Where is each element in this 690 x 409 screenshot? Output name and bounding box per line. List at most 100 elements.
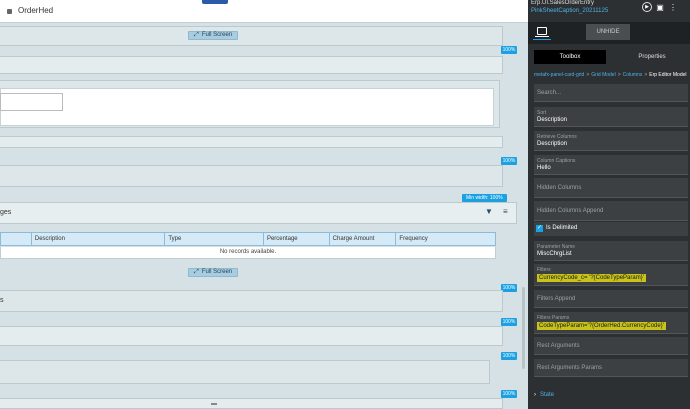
expand-icon: ⤢ — [194, 269, 199, 275]
column-header[interactable]: Frequency — [396, 233, 495, 245]
breadcrumb-separator: > — [644, 72, 648, 78]
grid-tab-label[interactable]: ges — [0, 209, 11, 216]
column-header[interactable]: Charge Amount — [330, 233, 397, 245]
percent-badge[interactable]: 100% — [501, 157, 517, 165]
field-placeholder: Filters Append — [537, 296, 576, 302]
filters-field[interactable]: Filters CurrencyCode_c= '?{CodeTypeParam… — [534, 264, 688, 286]
field-value: Description — [537, 117, 568, 123]
is-delimited-row: ✓ Is Delimited — [534, 222, 688, 236]
expand-icon: ⤢ — [194, 32, 199, 38]
card-input[interactable] — [0, 93, 63, 111]
more-icon[interactable]: ⋮ — [668, 2, 678, 12]
page-icon — [7, 9, 12, 14]
filters-append-field[interactable]: Filters Append — [534, 290, 688, 308]
unhide-button[interactable]: UNHIDE — [586, 24, 630, 40]
breadcrumb-separator: > — [586, 72, 590, 78]
field-value: Description — [537, 141, 568, 147]
hidden-columns-append-field[interactable]: Hidden Columns Append — [534, 201, 688, 221]
filter-icon[interactable]: ▼ — [485, 207, 493, 216]
tab-toolbox[interactable]: Toolbox — [534, 50, 606, 64]
min-width-badge[interactable]: Min width: 100% — [462, 194, 507, 202]
field-label: Parameter Name — [537, 244, 576, 250]
column-header[interactable]: Percentage — [264, 233, 330, 245]
rest-arguments-field[interactable]: Rest Arguments — [534, 337, 688, 355]
canvas-topbar: OrderHed — [0, 0, 528, 23]
breadcrumb: metafx-panel-card-grid > Grid Model > Column… — [534, 72, 687, 78]
percent-badge[interactable]: 100% — [501, 390, 517, 398]
field-value: CodeTypeParam='?{OrderHed.CurrencyCode}' — [537, 322, 666, 330]
field-value: Hello — [537, 165, 551, 171]
app-title: Erp.UI.SalesOrderEntry — [531, 0, 595, 6]
panel-band — [0, 290, 503, 312]
full-screen-button[interactable]: ⤢ Full Screen — [188, 31, 239, 40]
retrieve-columns-field[interactable]: Retrieve Columns Description — [534, 131, 688, 151]
rest-arguments-params-field[interactable]: Rest Arguments Params — [534, 359, 688, 377]
field-placeholder: Rest Arguments Params — [537, 365, 603, 371]
column-header[interactable] — [1, 233, 32, 245]
search-field[interactable]: Search... — [534, 84, 688, 102]
full-screen-label: Full Screen — [201, 32, 233, 38]
percent-badge[interactable]: 100% — [501, 46, 517, 54]
design-canvas: OrderHed ⤢ Full Screen 100% 100% Min widt… — [0, 0, 528, 409]
sort-field[interactable]: Sort Description — [534, 107, 688, 127]
breadcrumb-separator: > — [617, 72, 621, 78]
grid-column-header: Description Type Percentage Charge Amoun… — [0, 232, 496, 246]
breadcrumb-item[interactable]: metafx-panel-card-grid — [534, 72, 584, 78]
percent-badge[interactable]: 100% — [501, 352, 517, 360]
panel-band — [0, 56, 503, 74]
field-label: Sort — [537, 110, 547, 116]
device-toolbar: UNHIDE — [528, 22, 690, 44]
field-label: Filters Params — [537, 315, 570, 321]
field-placeholder: Hidden Columns — [537, 185, 582, 191]
panel-band — [0, 360, 490, 384]
field-placeholder: Rest Arguments — [537, 343, 580, 349]
hidden-columns-field[interactable]: Hidden Columns — [534, 178, 688, 198]
is-delimited-checkbox[interactable]: ✓ — [536, 225, 543, 232]
page-tab-label[interactable]: OrderHed — [18, 6, 53, 15]
device-active-indicator — [533, 39, 551, 40]
column-header[interactable]: Type — [165, 233, 264, 245]
horizontal-scroll-thumb[interactable] — [211, 403, 217, 405]
is-delimited-label: Is Delimited — [546, 225, 578, 231]
vertical-scrollbar[interactable] — [522, 287, 525, 369]
panel-actions: ▶ ▣ ⋮ — [642, 2, 678, 12]
grid-header-bar — [0, 202, 517, 224]
column-captions-field[interactable]: Column Captions Hello — [534, 155, 688, 175]
breadcrumb-current: Erp Editor Model — [649, 72, 687, 78]
field-label: Column Captions — [537, 158, 576, 164]
field-value: CurrencyCode_c= '?{CodeTypeParam}' — [537, 274, 646, 282]
full-screen-label: Full Screen — [201, 269, 233, 275]
field-label: Retrieve Columns — [537, 134, 577, 140]
menu-icon[interactable]: ≡ — [503, 207, 508, 216]
layer-name-link[interactable]: PinkSheetCaption_20211125 — [531, 8, 608, 14]
panel-band — [0, 326, 503, 346]
panel-band — [0, 26, 503, 46]
card-body[interactable] — [0, 88, 494, 126]
field-label: Filters — [537, 267, 551, 273]
designer-side-panel: Erp.UI.SalesOrderEntry PinkSheetCaption_… — [528, 0, 690, 409]
chevron-right-icon: › — [534, 392, 536, 398]
parameter-name-field[interactable]: Parameter Name MiscChrgList — [534, 241, 688, 261]
field-placeholder: Hidden Columns Append — [537, 208, 604, 214]
state-label: State — [540, 392, 555, 398]
save-icon[interactable]: ▣ — [655, 2, 665, 12]
play-icon[interactable]: ▶ — [642, 2, 652, 12]
filters-params-field[interactable]: Filters Params CodeTypeParam='?{OrderHed… — [534, 312, 688, 334]
panel-band — [0, 165, 503, 187]
breadcrumb-item[interactable]: Grid Model — [591, 72, 615, 78]
brand-badge — [202, 0, 228, 4]
panel-band — [0, 136, 503, 148]
search-placeholder: Search... — [537, 90, 562, 96]
grid-empty-message: No records available. — [0, 247, 496, 259]
laptop-icon[interactable] — [535, 27, 549, 37]
column-header[interactable]: Description — [32, 233, 166, 245]
percent-badge[interactable]: 100% — [501, 318, 517, 326]
breadcrumb-item[interactable]: Columns — [623, 72, 643, 78]
tab-properties[interactable]: Properties — [616, 50, 688, 64]
panel-band — [0, 398, 503, 409]
grid-tab-label[interactable]: s — [0, 297, 4, 304]
full-screen-button[interactable]: ⤢ Full Screen — [188, 268, 239, 277]
state-section-toggle[interactable]: › State — [534, 392, 554, 398]
field-value: MiscChrgList — [537, 251, 572, 257]
percent-badge[interactable]: 100% — [501, 284, 517, 292]
